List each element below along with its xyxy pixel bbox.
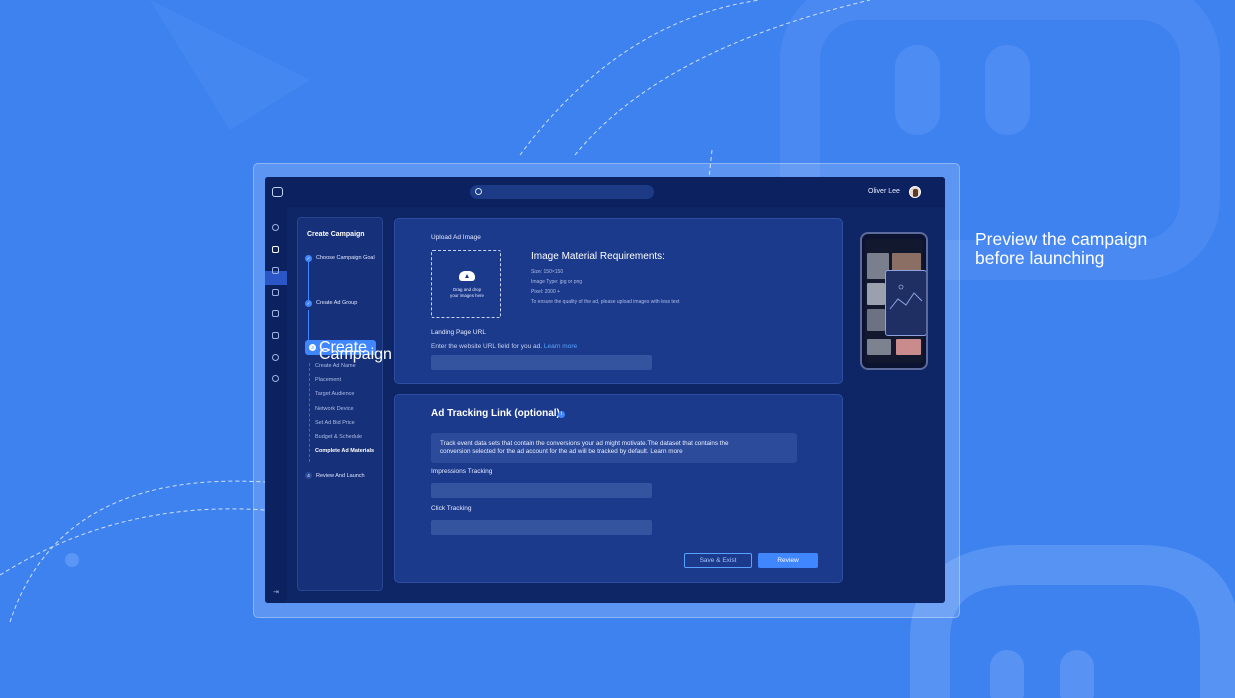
tracking-description: Track event data sets that contain the c…	[431, 433, 797, 463]
preview-image	[867, 339, 891, 355]
media-icon[interactable]	[272, 310, 279, 317]
app-logo-icon[interactable]	[272, 187, 283, 197]
dropzone-text: Drag and drop your images here	[436, 287, 498, 298]
app-window: Oliver Lee ⇥ Create Campaign ✓ Choose Ca…	[265, 177, 945, 603]
headline-line: before launching	[975, 248, 1105, 268]
step-connector	[308, 262, 309, 302]
phone-ad-popup	[885, 270, 926, 336]
substep-list: Create Ad Name Placement Target Audience…	[309, 363, 379, 463]
step-number: 3	[309, 344, 316, 351]
campaign-icon[interactable]	[272, 246, 279, 253]
substep-item[interactable]: Network Device	[310, 406, 379, 420]
landing-page-url-input[interactable]	[431, 355, 652, 370]
substep-item[interactable]: Placement	[310, 377, 379, 391]
check-icon: ✓	[305, 300, 312, 307]
upload-cloud-icon	[459, 271, 475, 281]
landing-hint-text: Enter the website URL field for you ad.	[431, 343, 543, 350]
collapse-icon[interactable]: ⇥	[273, 588, 279, 596]
substep-item[interactable]: Set Ad Bid Price	[310, 420, 379, 434]
impressions-tracking-input[interactable]	[431, 483, 652, 498]
analytics-icon[interactable]	[272, 267, 279, 274]
info-icon[interactable]: i	[558, 411, 565, 418]
document-icon[interactable]	[272, 332, 279, 339]
learn-more-link[interactable]: Learn more	[544, 343, 577, 350]
popup-chart-icon	[889, 284, 923, 310]
step-label: Create Campaign	[319, 339, 392, 363]
user-icon[interactable]	[272, 354, 279, 361]
requirements-title: Image Material Requirements:	[531, 251, 665, 262]
search-icon	[475, 188, 482, 195]
landing-page-hint: Enter the website URL field for you ad. …	[431, 343, 577, 350]
preview-image	[896, 339, 921, 355]
landing-page-label: Landing Page URL	[431, 329, 486, 336]
tracking-description-line: Track event data sets that contain the c…	[440, 440, 729, 447]
tracking-card: Ad Tracking Link (optional) i Track even…	[394, 394, 843, 583]
headline-line: Preview the campaign	[975, 229, 1148, 249]
step-connector	[308, 310, 309, 340]
steps-panel: Create Campaign ✓ Choose Campaign Goal ✓…	[297, 217, 392, 591]
tracking-description-line: conversion selected for the ad account f…	[440, 448, 683, 455]
upload-card: Upload Ad Image Drag and drop your image…	[394, 218, 843, 384]
substep-item[interactable]: Target Audience	[310, 391, 379, 405]
check-icon: ✓	[305, 255, 312, 262]
step-label: Choose Campaign Goal	[316, 255, 375, 261]
requirement-size: Size: 150×150	[531, 269, 564, 275]
substep-item[interactable]: Create Ad Name	[310, 363, 379, 377]
requirement-pixel: Pixel: 2000 +	[531, 289, 561, 295]
dropzone-line: your images here	[450, 292, 484, 298]
requirement-type: Image Type: jpg or png	[531, 279, 583, 285]
click-label: Click Tracking	[431, 505, 472, 512]
substep-item[interactable]: Budget & Schedule	[310, 434, 379, 448]
requirement-note: To ensure the quality of the ad, please …	[531, 299, 680, 305]
tracking-title: Ad Tracking Link (optional)	[431, 408, 560, 419]
step-number: 4	[305, 472, 312, 479]
impressions-label: Impressions Tracking	[431, 468, 493, 475]
settings-icon[interactable]	[272, 375, 279, 382]
step-create-campaign[interactable]: 3 Create Campaign	[305, 340, 392, 362]
user-name[interactable]: Oliver Lee	[868, 188, 900, 195]
search-input[interactable]	[470, 185, 654, 199]
substep-item-current[interactable]: Complete Ad Materials	[310, 448, 379, 462]
save-exist-button[interactable]: Save & Exist	[684, 553, 752, 568]
step-label: Create Ad Group	[316, 300, 358, 306]
dashboard-icon[interactable]	[272, 224, 279, 231]
upload-label: Upload Ad Image	[431, 234, 481, 241]
icon-sidebar: ⇥	[265, 207, 287, 603]
image-dropzone[interactable]: Drag and drop your images here	[431, 250, 501, 318]
phone-preview	[860, 232, 928, 370]
review-button[interactable]: Review	[758, 553, 818, 568]
step-label: Review And Launch	[316, 473, 365, 479]
top-bar: Oliver Lee	[265, 177, 945, 207]
preview-image	[867, 309, 885, 331]
preview-image	[867, 283, 885, 305]
steps-title: Create Campaign	[307, 231, 365, 238]
avatar[interactable]	[909, 186, 921, 198]
calendar-icon[interactable]	[272, 289, 279, 296]
marketing-headline: Preview the campaign before launching	[975, 230, 1147, 268]
click-tracking-input[interactable]	[431, 520, 652, 535]
